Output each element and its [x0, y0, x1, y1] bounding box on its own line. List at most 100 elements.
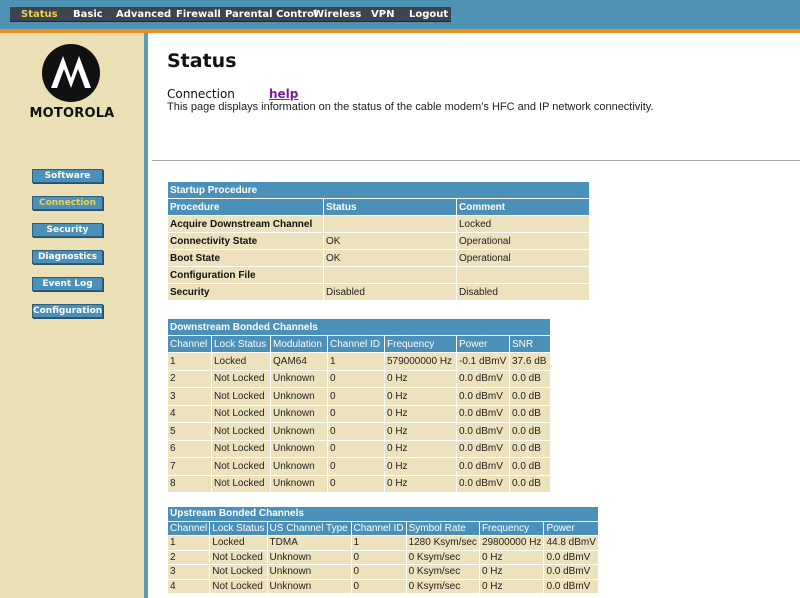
table-cell: 0.0 dBmV	[457, 370, 510, 388]
status-cell: OK	[324, 250, 457, 267]
sidebar-item-security[interactable]: Security	[32, 223, 103, 237]
nav-status[interactable]: Status	[21, 8, 58, 21]
table-cell: 0 Hz	[479, 565, 545, 580]
table-cell: 0	[328, 370, 385, 388]
status-cell: OK	[324, 233, 457, 250]
sidebar-divider	[144, 33, 148, 598]
table-cell: Unknown	[271, 388, 328, 406]
table-cell: 0.0 dBmV	[544, 565, 599, 580]
table-row: 4 Not Locked Unknown 0 0 Ksym/sec 0 Hz 0…	[168, 579, 599, 594]
sidebar-item-connection[interactable]: Connection	[32, 196, 103, 210]
column-header: Power	[544, 521, 599, 536]
table-cell: 0 Hz	[385, 405, 457, 423]
table-cell: Not Locked	[210, 579, 268, 594]
column-header: Symbol Rate	[406, 521, 480, 536]
table-cell: 0.0 dB	[510, 458, 551, 476]
table-cell: 0.0 dBmV	[457, 388, 510, 406]
table-cell: Not Locked	[212, 458, 271, 476]
nav-logout[interactable]: Logout	[409, 8, 448, 21]
table-cell: Locked	[212, 353, 271, 371]
table-cell: 4	[168, 579, 211, 594]
column-header: Frequency	[385, 336, 457, 353]
column-header: Frequency	[479, 521, 545, 536]
page-title: Status	[167, 50, 237, 72]
table-cell: 0.0 dBmV	[457, 423, 510, 441]
brand-name: MOTOROLA	[29, 106, 115, 121]
table-row: 3 Not Locked Unknown 0 0 Hz 0.0 dBmV 0.0…	[168, 388, 551, 406]
status-cell	[324, 267, 457, 284]
procedure-cell: Boot State	[168, 250, 324, 267]
column-header: Channel ID	[351, 521, 407, 536]
table-cell: 2	[168, 370, 212, 388]
sidebar-item-configuration[interactable]: Configuration	[32, 304, 103, 318]
comment-cell: Operational	[457, 250, 590, 267]
table-row: 7 Not Locked Unknown 0 0 Hz 0.0 dBmV 0.0…	[168, 458, 551, 476]
column-header: Channel ID	[328, 336, 385, 353]
downstream-channels-table: Downstream Bonded Channels Channel Lock …	[168, 319, 551, 493]
table-cell: 0.0 dBmV	[544, 579, 599, 594]
table-row: 3 Not Locked Unknown 0 0 Ksym/sec 0 Hz 0…	[168, 565, 599, 580]
table-cell: 0	[351, 565, 407, 580]
table-cell: TDMA	[267, 536, 352, 551]
table-cell: 6	[168, 440, 212, 458]
table-row: 6 Not Locked Unknown 0 0 Hz 0.0 dBmV 0.0…	[168, 440, 551, 458]
table-cell: 0	[328, 423, 385, 441]
startup-procedure-table: Startup Procedure Procedure Status Comme…	[168, 182, 590, 301]
table-cell: 2	[168, 550, 211, 565]
nav-wireless[interactable]: Wireless	[313, 8, 361, 21]
table-cell: Unknown	[271, 370, 328, 388]
comment-cell: Operational	[457, 233, 590, 250]
nav-basic[interactable]: Basic	[73, 8, 103, 21]
nav-vpn[interactable]: VPN	[371, 8, 394, 21]
nav-parental-control[interactable]: Parental Control	[225, 8, 317, 21]
table-cell: 0.0 dBmV	[457, 440, 510, 458]
table-cell: 0.0 dB	[510, 405, 551, 423]
table-cell: 0.0 dBmV	[544, 550, 599, 565]
table-cell: 7	[168, 458, 212, 476]
column-header: Channel	[168, 521, 211, 536]
table-cell: Not Locked	[210, 565, 268, 580]
table-cell: 5	[168, 423, 212, 441]
sidebar-item-diagnostics[interactable]: Diagnostics	[32, 250, 103, 264]
column-header: Lock Status	[210, 521, 268, 536]
column-header: US Channel Type	[267, 521, 352, 536]
section-label: Connection	[167, 87, 235, 101]
table-cell: 1280 Ksym/sec	[406, 536, 480, 551]
sidebar-item-event-log[interactable]: Event Log	[32, 277, 103, 291]
nav-firewall[interactable]: Firewall	[176, 8, 221, 21]
content-divider	[152, 160, 800, 161]
column-header: Comment	[457, 199, 590, 216]
table-cell: Unknown	[271, 423, 328, 441]
table-cell: 3	[168, 565, 211, 580]
table-cell: 1	[168, 353, 212, 371]
table-cell: 579000000 Hz	[385, 353, 457, 371]
table-cell: Not Locked	[212, 440, 271, 458]
sidebar-item-software[interactable]: Software	[32, 169, 103, 183]
table-cell: Unknown	[267, 579, 352, 594]
motorola-batwing-logo-icon	[42, 44, 100, 102]
table-cell: Not Locked	[212, 475, 271, 493]
table-cell: Unknown	[271, 475, 328, 493]
table-cell: -0.1 dBmV	[457, 353, 510, 371]
table-cell: 0	[351, 550, 407, 565]
column-header: Lock Status	[212, 336, 271, 353]
table-cell: 0.0 dB	[510, 440, 551, 458]
table-cell: 0	[328, 440, 385, 458]
table-row: 8 Not Locked Unknown 0 0 Hz 0.0 dBmV 0.0…	[168, 475, 551, 493]
table-row: 2 Not Locked Unknown 0 0 Ksym/sec 0 Hz 0…	[168, 550, 599, 565]
nav-advanced[interactable]: Advanced	[116, 8, 171, 21]
table-cell: Unknown	[267, 550, 352, 565]
table-cell: 37.6 dB	[510, 353, 551, 371]
table-cell: 0 Ksym/sec	[406, 565, 480, 580]
main-nav: Status Basic Advanced Firewall Parental …	[10, 7, 451, 22]
table-cell: Unknown	[271, 440, 328, 458]
help-link[interactable]: help	[269, 87, 298, 101]
table-cell: 0	[328, 475, 385, 493]
page-description: This page displays information on the st…	[167, 101, 654, 113]
status-cell	[324, 216, 457, 233]
table-cell: Unknown	[271, 405, 328, 423]
procedure-cell: Security	[168, 284, 324, 301]
table-cell: 0.0 dBmV	[457, 475, 510, 493]
downstream-table-caption: Downstream Bonded Channels	[168, 319, 551, 336]
table-cell: 0.0 dB	[510, 388, 551, 406]
